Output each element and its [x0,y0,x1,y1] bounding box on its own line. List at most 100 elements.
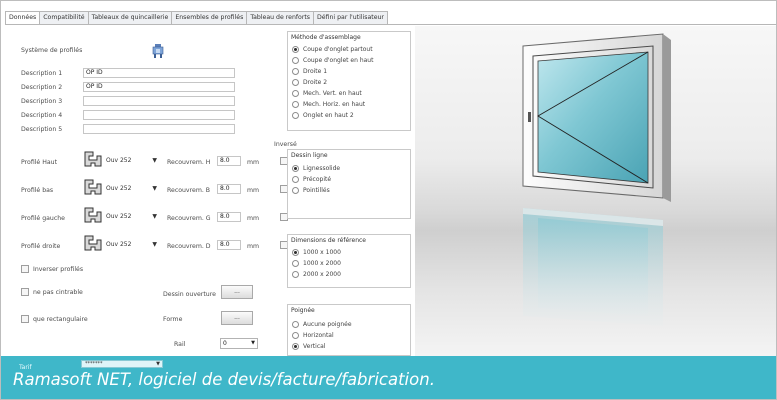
assemblage-option[interactable]: Droite 1 [292,67,327,76]
app-window: Données Compatibilité Tableaux de quinca… [0,0,777,400]
profile-top-label: Profilé Haut [21,159,57,166]
caption-banner: Tarif ******* ▼ Ramasoft NET, logiciel de… [1,356,776,399]
forme-button[interactable]: ... [221,311,253,325]
recouvrement-g-field[interactable]: 8.0 [217,212,241,222]
rail-select[interactable]: 0 ▼ [220,338,258,349]
dessin-ligne-option[interactable]: Pointillés [292,186,330,195]
radio-icon [292,271,299,278]
dessin-ligne-option-label: Précopité [303,176,332,183]
radio-icon [292,101,299,108]
profile-right-value: Ouv 252 [106,241,132,248]
chevron-down-icon: ▼ [152,185,157,192]
dessin-ligne-option[interactable]: Lignessolide [292,164,340,173]
recouvrement-h-label: Recouvrem. H [167,159,211,166]
poignee-option[interactable]: Vertical [292,342,325,351]
poignee-option[interactable]: Aucune poignée [292,320,352,329]
radio-icon [292,321,299,328]
assemblage-option[interactable]: Onglet en haut 2 [292,111,354,120]
non-cintrable-checkbox[interactable] [21,288,29,296]
dessin-ligne-option-label: Pointillés [303,187,330,194]
radio-selected-icon [292,343,299,350]
description-2-field[interactable]: OP ID [83,82,235,92]
unit-label: mm [247,215,260,222]
assemblage-option-label: Droite 2 [303,79,328,86]
recouvrement-h-field[interactable]: 8.0 [217,156,241,166]
radio-icon [292,260,299,267]
assemblage-option[interactable]: Droite 2 [292,78,327,87]
dessin-ligne-option-label: Lignessolide [303,165,341,172]
poignee-option[interactable]: Horizontal [292,331,334,340]
chevron-down-icon: ▼ [152,213,157,220]
radio-icon [292,187,299,194]
tab-quincaillerie[interactable]: Tableaux de quincaillerie [87,11,173,24]
unit-label: mm [247,187,260,194]
assemblage-option-label: Mech. Horiz. en haut [303,101,366,108]
tarif-value: ******* [85,361,103,367]
dessin-ligne-group: Dessin ligne Lignessolide Précopité Poin… [287,149,411,219]
window-render [522,33,671,326]
radio-selected-icon [292,249,299,256]
dessin-ouverture-button[interactable]: ... [221,285,253,299]
dimensions-option-label: 2000 x 2000 [303,271,341,278]
inverse-column-label: Inversé [274,141,297,148]
chevron-down-icon: ▼ [156,361,160,367]
radio-icon [292,79,299,86]
rail-label: Rail [174,341,186,348]
chevron-down-icon: ▼ [152,241,157,248]
radio-selected-icon [292,46,299,53]
caption-text: Ramasoft NET, logiciel de devis/facture/… [13,370,435,389]
dimensions-option-label: 1000 x 2000 [303,260,341,267]
tab-ensembles-profiles[interactable]: Ensembles de profilés [171,11,248,24]
tab-compatibilite[interactable]: Compatibilité [39,11,89,24]
assemblage-option[interactable]: Coupe d'onglet partout [292,45,373,54]
assemblage-option-label: Coupe d'onglet partout [303,46,373,53]
profile-right-icon [84,235,102,251]
description-3-field[interactable] [83,96,235,106]
inverser-profiles-label: Inverser profilés [33,266,84,273]
assemblage-group: Méthode d'assemblage Coupe d'onglet part… [287,31,411,131]
tab-donnees[interactable]: Données [5,11,41,25]
description-2-label: Description 2 [21,84,63,91]
profile-bottom-value: Ouv 252 [106,185,132,192]
poignee-group: Poignée Aucune poignée Horizontal Vertic… [287,304,411,356]
description-4-field[interactable] [83,110,235,120]
non-cintrable-label: ne pas cintrable [33,289,83,296]
radio-icon [292,112,299,119]
poignee-option-label: Horizontal [303,332,334,339]
system-label: Système de profilés [21,47,83,54]
dimensions-option[interactable]: 2000 x 2000 [292,270,341,279]
assemblage-option[interactable]: Coupe d'onglet en haut [292,56,373,65]
description-4-label: Description 4 [21,112,63,119]
rail-value: 0 [223,340,227,347]
window-3d-preview[interactable] [415,26,776,356]
assemblage-option-label: Onglet en haut 2 [303,112,354,119]
profile-bottom-select[interactable]: Ouv 252 ▼ [103,183,159,194]
profile-right-select[interactable]: Ouv 252 ▼ [103,239,159,250]
dimensions-option[interactable]: 1000 x 1000 [292,248,341,257]
recouvrement-b-label: Recouvrem. B [167,187,211,194]
rectangulaire-checkbox[interactable] [21,315,29,323]
recouvrement-d-label: Recouvrem. D [167,243,211,250]
recouvrement-b-field[interactable]: 8.0 [217,184,241,194]
chevron-down-icon: ▼ [251,340,255,346]
description-5-field[interactable] [83,124,235,134]
inverser-profiles-checkbox[interactable] [21,265,29,273]
tarif-select[interactable]: ******* ▼ [81,360,163,368]
tab-utilisateur[interactable]: Défini par l'utilisateur [313,11,388,24]
profile-top-select[interactable]: Ouv 252 ▼ [103,155,159,166]
dimensions-option[interactable]: 1000 x 2000 [292,259,341,268]
radio-icon [292,90,299,97]
assemblage-option[interactable]: Mech. Horiz. en haut [292,100,365,109]
dessin-ligne-title: Dessin ligne [291,152,328,159]
dessin-ligne-option[interactable]: Précopité [292,175,331,184]
tab-renforts[interactable]: Tableau de renforts [246,11,315,24]
profile-left-icon [84,207,102,223]
assemblage-option-label: Coupe d'onglet en haut [303,57,374,64]
profile-system-icon[interactable] [151,43,165,59]
recouvrement-d-field[interactable]: 8.0 [217,240,241,250]
description-1-field[interactable]: OP ID [83,68,235,78]
profile-left-select[interactable]: Ouv 252 ▼ [103,211,159,222]
assemblage-option[interactable]: Mech. Vert. en haut [292,89,362,98]
poignee-option-label: Vertical [303,343,326,350]
radio-icon [292,68,299,75]
